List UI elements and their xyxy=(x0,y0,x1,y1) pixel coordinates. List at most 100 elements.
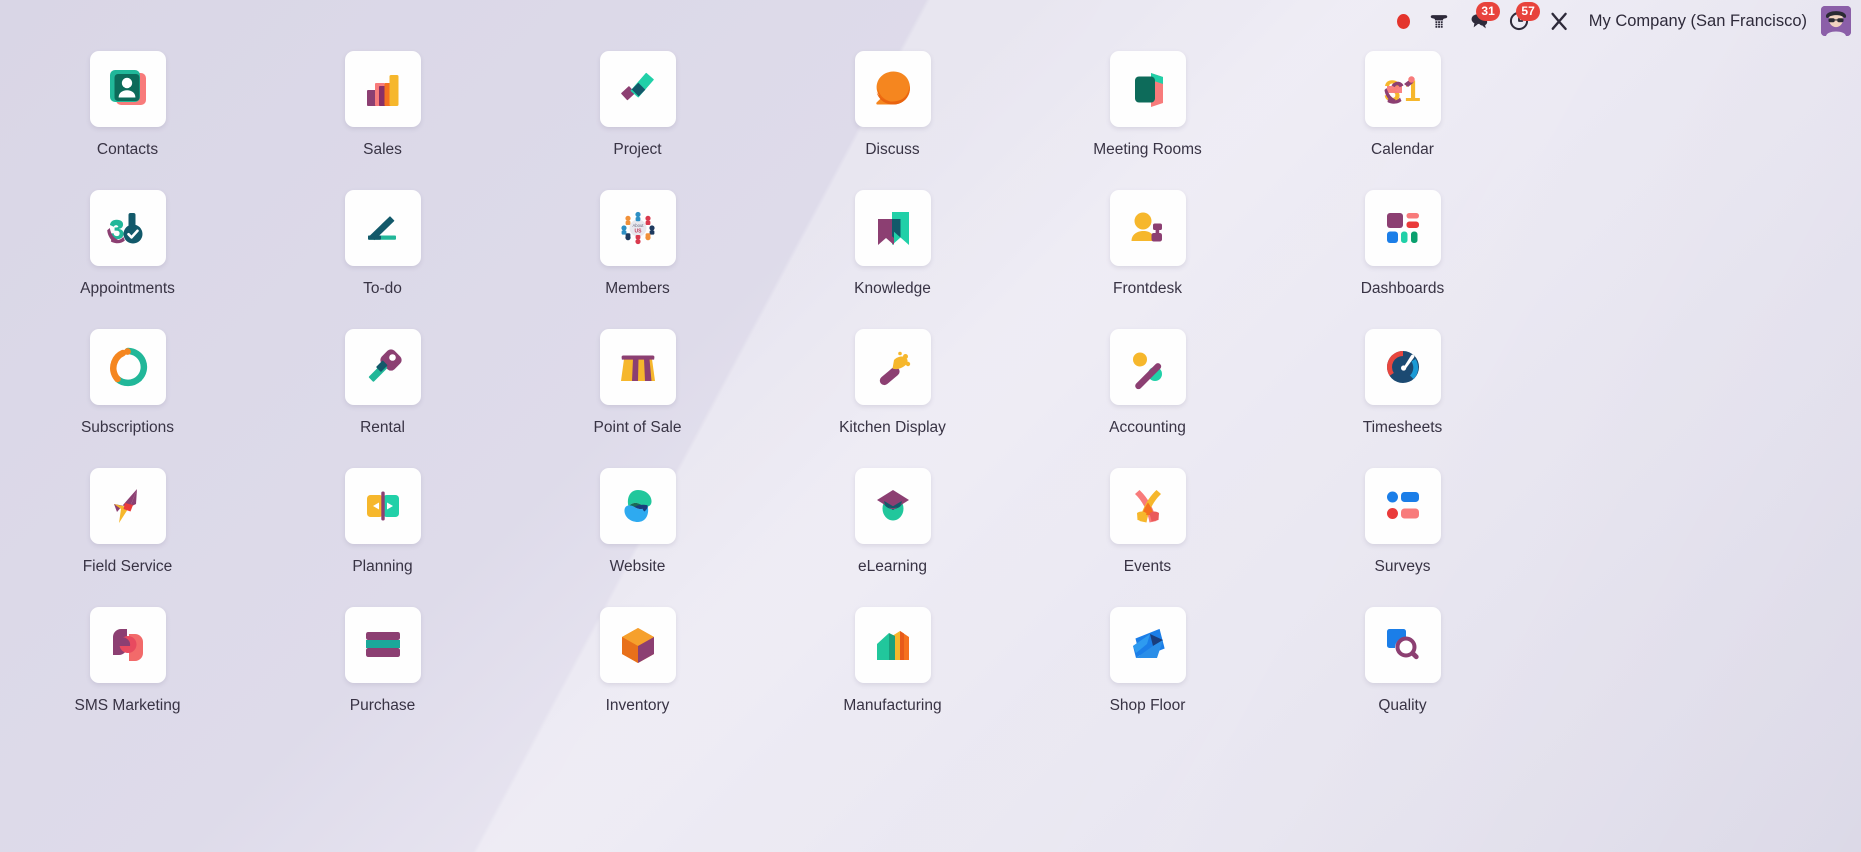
app-appointments[interactable]: 3 Appointments xyxy=(0,183,255,322)
avatar[interactable] xyxy=(1821,6,1851,36)
app-field-service[interactable]: Field Service xyxy=(0,461,255,600)
app-members[interactable]: About US Members xyxy=(510,183,765,322)
app-sales[interactable]: Sales xyxy=(255,44,510,183)
app-label: Point of Sale xyxy=(593,419,682,436)
app-label: Dashboards xyxy=(1360,280,1445,297)
app-label: SMS Marketing xyxy=(74,697,181,714)
company-switcher[interactable]: My Company (San Francisco) xyxy=(1579,12,1813,31)
dashboards-icon xyxy=(1364,190,1441,266)
app-label: Subscriptions xyxy=(80,419,175,436)
timesheets-icon xyxy=(1364,329,1441,405)
svg-text:US: US xyxy=(634,229,642,235)
app-dashboards[interactable]: Dashboards xyxy=(1275,183,1530,322)
messages-badge: 31 xyxy=(1476,2,1500,21)
app-label: Sales xyxy=(363,141,402,158)
field-service-icon xyxy=(89,468,166,544)
app-subscriptions[interactable]: Subscriptions xyxy=(0,322,255,461)
app-label: Appointments xyxy=(80,280,175,297)
activities-badge: 57 xyxy=(1516,2,1540,21)
app-label: Members xyxy=(605,280,670,297)
apps-grid: Contacts Sales Project Discuss Meeting R… xyxy=(0,44,1530,739)
appointments-icon: 3 xyxy=(89,190,166,266)
app-quality[interactable]: Quality xyxy=(1275,600,1530,739)
app-label: Discuss xyxy=(865,141,920,158)
website-icon xyxy=(599,468,676,544)
app-label: eLearning xyxy=(858,558,927,575)
app-label: Contacts xyxy=(96,141,159,158)
app-label: Kitchen Display xyxy=(839,419,946,436)
app-label: Knowledge xyxy=(854,280,931,297)
rental-icon xyxy=(344,329,421,405)
accounting-icon xyxy=(1109,329,1186,405)
inventory-icon xyxy=(599,607,676,683)
app-label: Events xyxy=(1123,558,1172,575)
app-label: Purchase xyxy=(349,697,416,714)
app-label: Frontdesk xyxy=(1113,280,1182,297)
app-accounting[interactable]: Accounting xyxy=(1020,322,1275,461)
shop-floor-icon xyxy=(1109,607,1186,683)
app-label: Field Service xyxy=(82,558,173,575)
knowledge-icon xyxy=(854,190,931,266)
contacts-icon xyxy=(89,51,166,127)
settings-tools-icon[interactable] xyxy=(1539,0,1579,42)
svg-text:About: About xyxy=(632,223,644,228)
project-icon xyxy=(599,51,676,127)
app-knowledge[interactable]: Knowledge xyxy=(765,183,1020,322)
app-label: Project xyxy=(613,141,662,158)
app-todo[interactable]: To-do xyxy=(255,183,510,322)
app-manufacturing[interactable]: Manufacturing xyxy=(765,600,1020,739)
app-frontdesk[interactable]: Frontdesk xyxy=(1020,183,1275,322)
surveys-icon xyxy=(1364,468,1441,544)
activities-icon[interactable]: 57 xyxy=(1499,0,1540,42)
app-label: Website xyxy=(609,558,666,575)
app-label: Shop Floor xyxy=(1109,697,1186,714)
app-shop-floor[interactable]: Shop Floor xyxy=(1020,600,1275,739)
app-inventory[interactable]: Inventory xyxy=(510,600,765,739)
sales-icon xyxy=(344,51,421,127)
manufacturing-icon xyxy=(854,607,931,683)
app-planning[interactable]: Planning xyxy=(255,461,510,600)
app-elearning[interactable]: eLearning xyxy=(765,461,1020,600)
app-label: Timesheets xyxy=(1362,419,1443,436)
messages-icon[interactable]: 31 xyxy=(1459,0,1500,42)
system-topbar: 31 57 My Company (San Francisco) xyxy=(0,0,1861,42)
members-icon: About US xyxy=(599,190,676,266)
app-label: Rental xyxy=(360,419,405,436)
discuss-icon xyxy=(854,51,931,127)
app-project[interactable]: Project xyxy=(510,44,765,183)
app-website[interactable]: Website xyxy=(510,461,765,600)
quality-icon xyxy=(1364,607,1441,683)
todo-icon xyxy=(344,190,421,266)
app-label: Surveys xyxy=(1374,558,1431,575)
app-calendar[interactable]: 3 1 Calendar xyxy=(1275,44,1530,183)
recording-indicator-icon[interactable] xyxy=(1388,0,1419,42)
calendar-icon: 3 1 xyxy=(1364,51,1441,127)
app-contacts[interactable]: Contacts xyxy=(0,44,255,183)
subscriptions-icon xyxy=(89,329,166,405)
app-events[interactable]: Events xyxy=(1020,461,1275,600)
app-rental[interactable]: Rental xyxy=(255,322,510,461)
app-point-of-sale[interactable]: Point of Sale xyxy=(510,322,765,461)
point-of-sale-icon xyxy=(599,329,676,405)
planning-icon xyxy=(344,468,421,544)
app-discuss[interactable]: Discuss xyxy=(765,44,1020,183)
app-meeting-rooms[interactable]: Meeting Rooms xyxy=(1020,44,1275,183)
app-label: To-do xyxy=(363,280,402,297)
app-label: Manufacturing xyxy=(843,697,942,714)
app-surveys[interactable]: Surveys xyxy=(1275,461,1530,600)
app-label: Accounting xyxy=(1109,419,1186,436)
purchase-icon xyxy=(344,607,421,683)
frontdesk-icon xyxy=(1109,190,1186,266)
app-label: Inventory xyxy=(605,697,670,714)
elearning-icon xyxy=(854,468,931,544)
sms-marketing-icon xyxy=(89,607,166,683)
events-icon xyxy=(1109,468,1186,544)
meeting-rooms-icon xyxy=(1109,51,1186,127)
app-timesheets[interactable]: Timesheets xyxy=(1275,322,1530,461)
app-purchase[interactable]: Purchase xyxy=(255,600,510,739)
app-sms-marketing[interactable]: SMS Marketing xyxy=(0,600,255,739)
voip-phone-icon[interactable] xyxy=(1419,0,1459,42)
app-label: Calendar xyxy=(1371,141,1434,158)
app-label: Quality xyxy=(1378,697,1427,714)
app-kitchen-display[interactable]: Kitchen Display xyxy=(765,322,1020,461)
